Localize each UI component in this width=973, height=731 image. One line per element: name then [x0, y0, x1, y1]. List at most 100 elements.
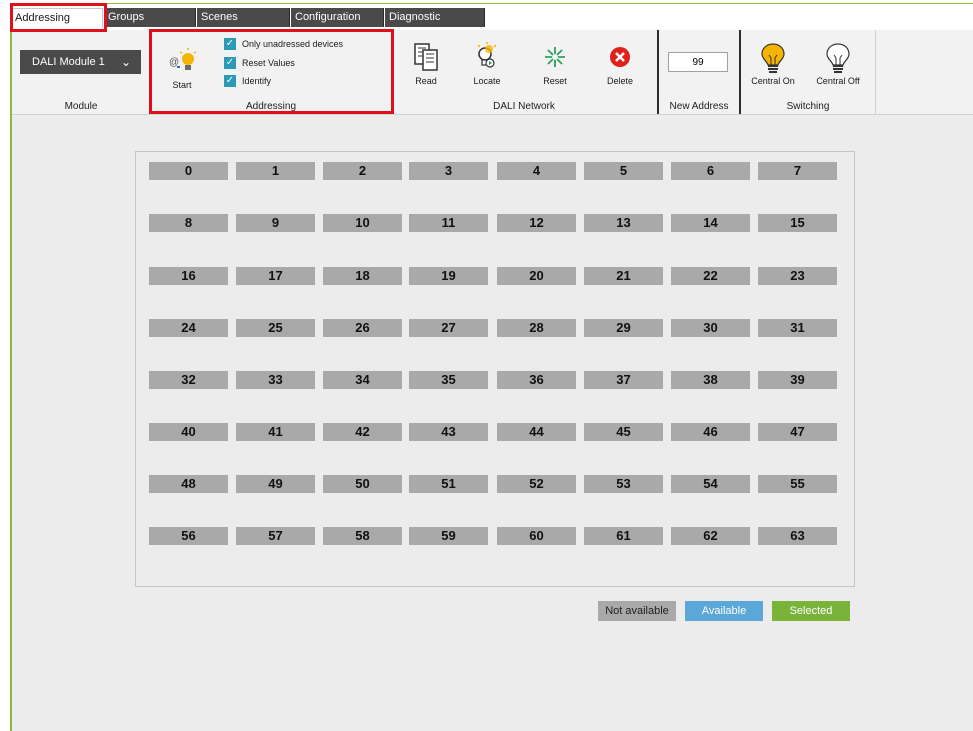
address-cell[interactable]: 9: [236, 214, 315, 232]
locate-button[interactable]: Locate: [465, 40, 509, 86]
central-off-button[interactable]: Central Off: [813, 40, 863, 86]
module-group: DALI Module 1 ⌄ Module: [12, 30, 150, 114]
new-address-group-label: New Address: [669, 101, 729, 112]
address-cell[interactable]: 0: [149, 162, 228, 180]
address-cell[interactable]: 47: [758, 423, 837, 441]
address-cell[interactable]: 48: [149, 475, 228, 493]
address-cell[interactable]: 30: [671, 319, 750, 337]
address-cell[interactable]: 18: [323, 267, 402, 285]
address-cell[interactable]: 4: [497, 162, 576, 180]
switching-group-label: Switching: [786, 101, 830, 112]
address-cell[interactable]: 36: [497, 371, 576, 389]
address-cell[interactable]: 40: [149, 423, 228, 441]
address-cell[interactable]: 45: [584, 423, 663, 441]
address-cell[interactable]: 61: [584, 527, 663, 545]
address-cell[interactable]: 23: [758, 267, 837, 285]
delete-x-icon: [598, 40, 642, 74]
address-cell[interactable]: 49: [236, 475, 315, 493]
module-dropdown[interactable]: DALI Module 1 ⌄: [20, 50, 141, 74]
locate-label: Locate: [473, 76, 501, 86]
address-cell[interactable]: 57: [236, 527, 315, 545]
tab-scenes[interactable]: Scenes: [197, 8, 290, 27]
reset-burst-icon: [533, 40, 577, 74]
address-cell[interactable]: 5: [584, 162, 663, 180]
address-cell[interactable]: 51: [409, 475, 488, 493]
address-cell[interactable]: 25: [236, 319, 315, 337]
address-cell[interactable]: 50: [323, 475, 402, 493]
address-cell[interactable]: 46: [671, 423, 750, 441]
central-on-label: Central On: [751, 76, 795, 86]
address-cell[interactable]: 21: [584, 267, 663, 285]
tab-groups[interactable]: Groups: [104, 8, 196, 27]
address-cell[interactable]: 63: [758, 527, 837, 545]
address-cell[interactable]: 43: [409, 423, 488, 441]
address-cell[interactable]: 32: [149, 371, 228, 389]
address-cell[interactable]: 52: [497, 475, 576, 493]
address-cell[interactable]: 59: [409, 527, 488, 545]
address-cell[interactable]: 28: [497, 319, 576, 337]
new-address-input[interactable]: 99: [668, 52, 728, 72]
tab-bar: Addressing Groups Scenes Configuration D…: [10, 8, 973, 28]
highlight-addressing-group: [149, 29, 394, 114]
book-icon: [404, 40, 448, 74]
address-cell[interactable]: 58: [323, 527, 402, 545]
address-cell[interactable]: 19: [409, 267, 488, 285]
address-cell[interactable]: 56: [149, 527, 228, 545]
reset-button[interactable]: Reset: [533, 40, 577, 86]
address-cell[interactable]: 55: [758, 475, 837, 493]
tab-configuration[interactable]: Configuration: [291, 8, 384, 27]
highlight-tab-addressing: [10, 3, 107, 32]
address-cell[interactable]: 54: [671, 475, 750, 493]
address-cell[interactable]: 42: [323, 423, 402, 441]
address-cell[interactable]: 10: [323, 214, 402, 232]
reset-label: Reset: [543, 76, 567, 86]
legend-not-available: Not available: [598, 601, 676, 621]
address-cell[interactable]: 27: [409, 319, 488, 337]
address-cell[interactable]: 16: [149, 267, 228, 285]
address-cell[interactable]: 22: [671, 267, 750, 285]
address-cell[interactable]: 37: [584, 371, 663, 389]
address-cell[interactable]: 38: [671, 371, 750, 389]
address-cell[interactable]: 35: [409, 371, 488, 389]
central-on-button[interactable]: Central On: [748, 40, 798, 86]
top-border: [10, 3, 973, 4]
address-cell[interactable]: 41: [236, 423, 315, 441]
new-address-group: 99 New Address: [659, 30, 739, 114]
address-cell[interactable]: 1: [236, 162, 315, 180]
address-cell[interactable]: 14: [671, 214, 750, 232]
address-cell[interactable]: 60: [497, 527, 576, 545]
address-cell[interactable]: 3: [409, 162, 488, 180]
read-label: Read: [415, 76, 437, 86]
tab-diagnostic[interactable]: Diagnostic: [385, 8, 485, 27]
delete-label: Delete: [606, 76, 633, 86]
address-cell[interactable]: 29: [584, 319, 663, 337]
address-cell[interactable]: 34: [323, 371, 402, 389]
legend-selected: Selected: [772, 601, 850, 621]
dali-network-group: Read Locate Reset Delete DALI Network: [392, 30, 656, 114]
address-cell[interactable]: 11: [409, 214, 488, 232]
delete-button[interactable]: Delete: [598, 40, 642, 86]
address-cell[interactable]: 8: [149, 214, 228, 232]
address-cell[interactable]: 62: [671, 527, 750, 545]
legend-available: Available: [685, 601, 763, 621]
separator: [875, 30, 876, 114]
address-cell[interactable]: 39: [758, 371, 837, 389]
address-cell[interactable]: 24: [149, 319, 228, 337]
bulb-off-icon: [813, 40, 863, 74]
address-cell[interactable]: 6: [671, 162, 750, 180]
address-cell[interactable]: 33: [236, 371, 315, 389]
address-cell[interactable]: 15: [758, 214, 837, 232]
address-cell[interactable]: 44: [497, 423, 576, 441]
address-cell[interactable]: 26: [323, 319, 402, 337]
address-grid: 0 1 2 3 4 5 6 7 8 9 10 11 12 13 14 15 16 17 18 19 20 21 22 23 24…: [135, 151, 855, 587]
read-button[interactable]: Read: [404, 40, 448, 86]
address-cell[interactable]: 7: [758, 162, 837, 180]
address-cell[interactable]: 17: [236, 267, 315, 285]
address-cell[interactable]: 20: [497, 267, 576, 285]
address-cell[interactable]: 2: [323, 162, 402, 180]
address-cell[interactable]: 53: [584, 475, 663, 493]
address-cell[interactable]: 12: [497, 214, 576, 232]
address-cell[interactable]: 31: [758, 319, 837, 337]
address-cell[interactable]: 13: [584, 214, 663, 232]
switching-group: Central On Central Off Switching: [741, 30, 875, 114]
